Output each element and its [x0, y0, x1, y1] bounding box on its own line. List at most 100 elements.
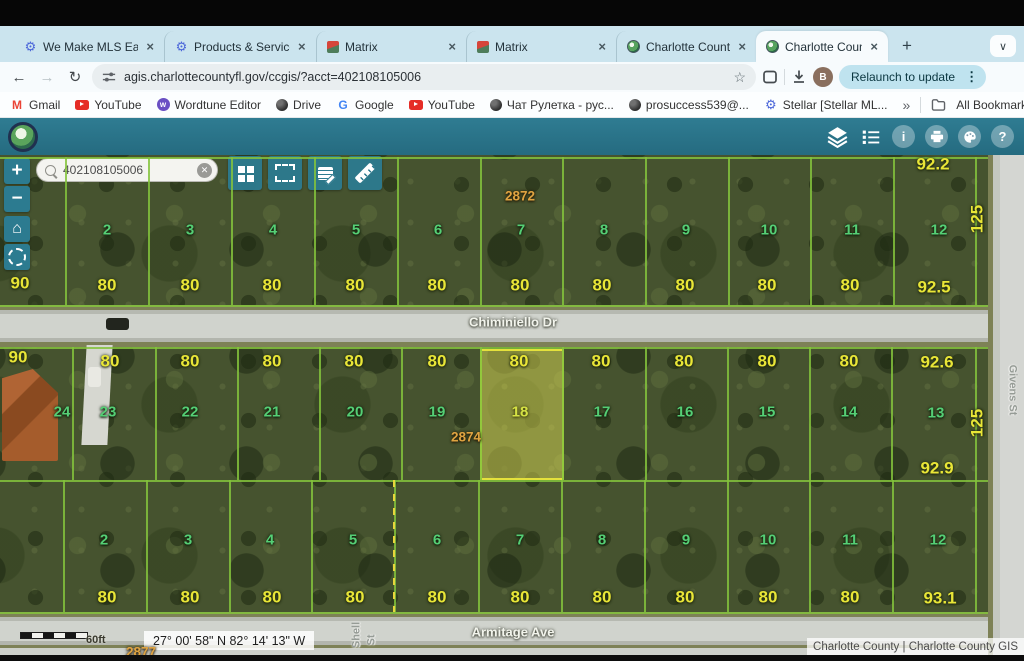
tab-close-icon[interactable]: × — [446, 39, 458, 54]
new-tab-button[interactable]: + — [894, 33, 920, 59]
info-icon[interactable]: i — [892, 125, 915, 148]
parcel-id-label: 2877 — [126, 645, 156, 655]
youtube-icon — [75, 100, 89, 110]
address-bar[interactable]: agis.charlottecountyfl.gov/ccgis/?acct=4… — [92, 64, 756, 90]
map-canvas[interactable]: 60ft 27° 00' 58" N 82° 14' 13" W Charlot… — [0, 155, 1024, 655]
tab-charlotte-county-gis[interactable]: Charlotte County GIS× — [756, 31, 888, 62]
bookmark-label: Wordtune Editor — [175, 98, 262, 112]
layers-icon[interactable] — [825, 124, 850, 149]
lot-number-label: 9 — [682, 533, 690, 548]
bookmark-label: Чат Рулетка - рус... — [507, 98, 614, 112]
bookmark-drive[interactable]: Drive — [276, 98, 321, 112]
dimension-label: 90 — [9, 349, 28, 366]
dimension-label: 80 — [759, 589, 778, 606]
parcel-line — [727, 480, 729, 612]
tab-products-services[interactable]: ⚙Products & Services× — [164, 31, 316, 62]
matrix-icon — [327, 41, 339, 53]
lot-number-label: 12 — [931, 223, 948, 238]
clear-search-icon[interactable]: ✕ — [197, 163, 212, 178]
tab-close-icon[interactable]: × — [144, 39, 156, 54]
tab-close-icon[interactable]: × — [736, 39, 748, 54]
county-icon — [627, 40, 640, 53]
car-on-road — [106, 318, 129, 330]
downloads-icon[interactable] — [791, 69, 807, 85]
dimension-label: 80 — [840, 353, 859, 370]
dimension-label: 92.5 — [917, 279, 950, 296]
bookmark-youtube[interactable]: YouTube — [409, 98, 475, 112]
relaunch-label: Relaunch to update — [851, 70, 955, 84]
dimension-label: 80 — [511, 589, 530, 606]
lot-number-label: 12 — [930, 533, 947, 548]
browser-menu-icon[interactable]: ⋮ — [961, 69, 982, 85]
street-label: St — [367, 635, 378, 646]
relaunch-to-update-button[interactable]: Relaunch to update ⋮ — [839, 65, 986, 89]
bookmark-wordtune-editor[interactable]: wWordtune Editor — [157, 98, 262, 112]
bookmark-google[interactable]: GGoogle — [336, 98, 394, 112]
bookmarks-overflow-icon[interactable]: » — [903, 97, 911, 113]
url-text[interactable]: agis.charlottecountyfl.gov/ccgis/?acct=4… — [124, 70, 725, 84]
house-roof — [2, 369, 58, 461]
tab-label: We Make MLS Easy | — [43, 40, 138, 54]
dimension-label: 80 — [428, 353, 447, 370]
boundary-dashed-line — [393, 480, 395, 612]
street-label: Shell — [352, 622, 363, 648]
parcel-line — [146, 480, 148, 612]
tab-charlotte-county-pro[interactable]: Charlotte County Pro× — [616, 31, 756, 62]
site-settings-icon[interactable] — [102, 70, 116, 84]
tab-matrix[interactable]: Matrix× — [316, 31, 466, 62]
legend-list-icon[interactable] — [860, 126, 882, 148]
palette-icon[interactable] — [958, 125, 981, 148]
profile-avatar[interactable]: B — [813, 67, 833, 87]
browser-toolbar: ← → ↻ agis.charlottecountyfl.gov/ccgis/?… — [0, 62, 1024, 92]
parcel-line — [728, 157, 730, 305]
home-button[interactable]: ⌂ — [4, 216, 30, 242]
bookmark-youtube[interactable]: YouTube — [75, 98, 141, 112]
bookmark-stellar-stellar-ml[interactable]: ⚙ Stellar [Stellar ML... — [764, 98, 888, 112]
forward-icon[interactable]: → — [36, 69, 58, 86]
bookmark-label: Google — [355, 98, 394, 112]
dimension-label: 80 — [101, 353, 120, 370]
lot-number-label: 9 — [682, 223, 690, 238]
parcel-line — [319, 347, 321, 480]
tab-close-icon[interactable]: × — [868, 39, 880, 54]
select-area-tool[interactable] — [268, 156, 302, 190]
help-icon[interactable]: ? — [991, 125, 1014, 148]
toolbar-divider — [784, 69, 785, 85]
search-input[interactable] — [61, 162, 183, 178]
tab-close-icon[interactable]: × — [596, 39, 608, 54]
bookmark-star-icon[interactable]: ☆ — [733, 69, 746, 86]
gear-icon: ⚙ — [764, 99, 778, 111]
lot-number-label: 7 — [516, 533, 524, 548]
dimension-label: 80 — [593, 589, 612, 606]
lot-number-label: 21 — [264, 405, 281, 420]
back-icon[interactable]: ← — [8, 69, 30, 86]
bookmark-prosuccess539[interactable]: prosuccess539@... — [629, 98, 749, 112]
dimension-label: 80 — [98, 277, 117, 294]
dimension-label: 80 — [758, 277, 777, 294]
tab-close-icon[interactable]: × — [296, 39, 308, 54]
tab-matrix[interactable]: Matrix× — [466, 31, 616, 62]
reload-icon[interactable]: ↻ — [64, 68, 86, 86]
zoom-in-button[interactable]: + — [4, 158, 30, 184]
all-bookmarks-button[interactable]: All Bookmarks — [956, 98, 1024, 112]
bookmark-gmail[interactable]: MGmail — [10, 98, 60, 112]
dimension-label: 80 — [428, 277, 447, 294]
bookmark-label: Stellar [Stellar ML... — [783, 98, 888, 112]
dimension-label: 80 — [841, 589, 860, 606]
bookmark-[interactable]: Чат Рулетка - рус... — [490, 98, 614, 112]
parcel-search-box[interactable]: ✕ — [36, 158, 218, 182]
tab-strip: ⚙We Make MLS Easy |×⚙Products & Services… — [0, 26, 1024, 62]
side-panel-icon[interactable] — [762, 69, 778, 85]
locate-button[interactable] — [4, 244, 30, 270]
parcel-line — [809, 347, 811, 480]
tab-we-make-mls-easy[interactable]: ⚙We Make MLS Easy |× — [14, 31, 164, 62]
print-icon[interactable] — [925, 125, 948, 148]
measure-tool[interactable] — [348, 156, 382, 190]
gis-header-icons: i ? — [0, 118, 1024, 155]
tab-search-chevron-icon[interactable]: ∨ — [990, 35, 1016, 57]
parcel-line — [237, 347, 239, 480]
basemap-grid-tool[interactable] — [228, 156, 262, 190]
zoom-out-button[interactable]: − — [4, 186, 30, 212]
parcel-line — [148, 157, 150, 305]
dimension-label: 80 — [758, 353, 777, 370]
